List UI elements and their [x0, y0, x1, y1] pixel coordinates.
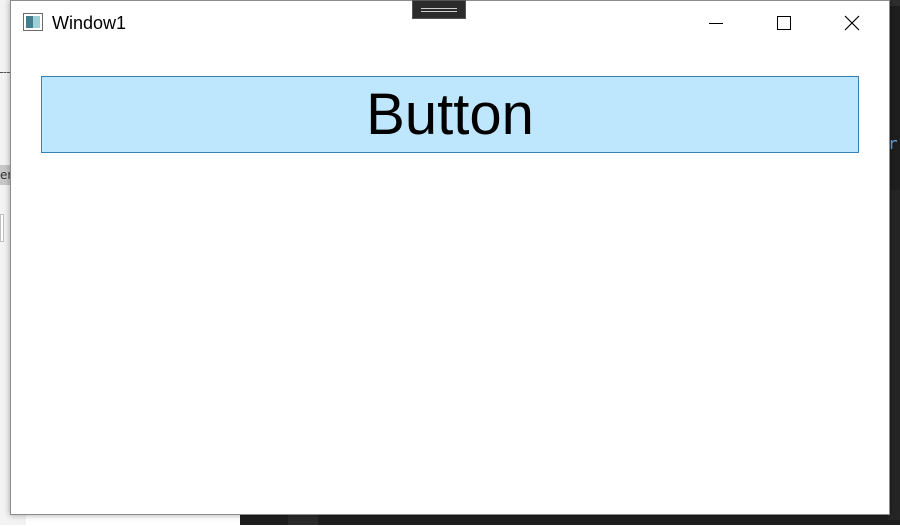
snap-layout-handle[interactable]: [412, 0, 466, 19]
minimize-button[interactable]: [683, 1, 749, 45]
window-client-area: Button: [11, 45, 889, 514]
background-left-box: [0, 214, 4, 242]
app-window: Window1 Button: [10, 0, 890, 515]
window-title: Window1: [52, 13, 127, 33]
maximize-button[interactable]: [751, 1, 817, 45]
close-button[interactable]: [819, 1, 885, 45]
maximize-icon: [777, 16, 791, 30]
background-dashed-line: [0, 72, 10, 73]
close-icon: [844, 15, 860, 31]
main-button[interactable]: Button: [41, 76, 859, 153]
minimize-icon: [709, 23, 723, 24]
background-left-tab: er: [0, 165, 10, 185]
app-window-icon[interactable]: [23, 13, 43, 31]
